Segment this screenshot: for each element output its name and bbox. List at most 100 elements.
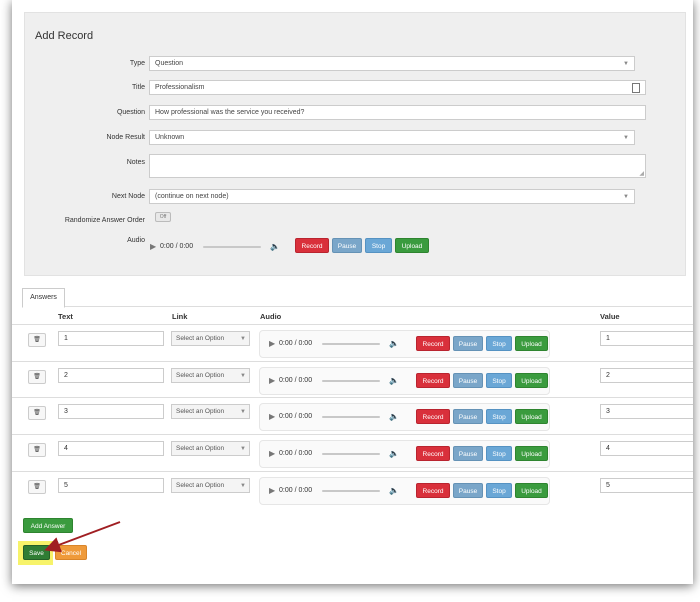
tab-divider [22, 306, 692, 307]
trash-icon[interactable]: 🗑 [28, 370, 46, 384]
notes-textarea[interactable]: ◢ [149, 154, 646, 178]
record-button[interactable]: Record [416, 446, 450, 461]
title-input[interactable]: Professionalism [149, 80, 646, 95]
randomize-label: Randomize Answer Order [64, 217, 145, 224]
record-button[interactable]: Record [416, 409, 450, 424]
answer-text-input[interactable]: 4 [58, 441, 164, 456]
answer-value-input[interactable]: 3 [600, 404, 693, 419]
pause-button[interactable]: Pause [453, 336, 483, 351]
audio-seek-bar[interactable] [203, 246, 261, 248]
audio-time: 0:00 / 0:00 [279, 450, 313, 457]
record-button[interactable]: Record [295, 238, 329, 253]
stop-button[interactable]: Stop [486, 336, 512, 351]
stop-button[interactable]: Stop [486, 373, 512, 388]
stop-button[interactable]: Stop [365, 238, 392, 253]
answer-value-input[interactable]: 2 [600, 368, 693, 383]
upload-button[interactable]: Upload [515, 409, 548, 424]
tab-answers[interactable]: Answers [22, 288, 65, 308]
answer-link-select[interactable]: Select an Option ▼ [171, 441, 250, 456]
audio-seek-bar[interactable] [322, 490, 380, 492]
pause-button[interactable]: Pause [453, 446, 483, 461]
answer-audio-control: ▶ 0:00 / 0:00 🔈 Record Pause Stop Upload [259, 477, 550, 505]
stop-button[interactable]: Stop [486, 446, 512, 461]
node-result-select[interactable]: Unknown ▼ [149, 130, 635, 145]
volume-icon[interactable]: 🔈 [389, 376, 399, 385]
trash-icon[interactable]: 🗑 [28, 480, 46, 494]
record-button[interactable]: Record [416, 373, 450, 388]
answer-link-select[interactable]: Select an Option ▼ [171, 478, 250, 493]
answer-value-input[interactable]: 5 [600, 478, 693, 493]
play-icon[interactable]: ▶ [150, 242, 156, 251]
play-icon[interactable]: ▶ [269, 449, 275, 458]
audio-seek-bar[interactable] [322, 343, 380, 345]
answer-text-input[interactable]: 2 [58, 368, 164, 383]
answer-value-input[interactable]: 4 [600, 441, 693, 456]
upload-button[interactable]: Upload [395, 238, 429, 253]
answer-audio-control: ▶ 0:00 / 0:00 🔈 Record Pause Stop Upload [259, 330, 550, 358]
table-row: 🗑 4 Select an Option ▼ ▶ 0:00 / 0:00 🔈 Re… [12, 434, 693, 471]
upload-button[interactable]: Upload [515, 483, 548, 498]
answer-text-value: 4 [64, 445, 68, 452]
node-result-value: Unknown [155, 134, 185, 141]
type-select[interactable]: Question ▼ [149, 56, 635, 71]
play-icon[interactable]: ▶ [269, 339, 275, 348]
volume-icon[interactable]: 🔈 [389, 339, 399, 348]
title-value: Professionalism [155, 84, 205, 91]
chevron-down-icon: ▼ [240, 446, 246, 452]
volume-icon[interactable]: 🔈 [389, 486, 399, 495]
play-icon[interactable]: ▶ [269, 412, 275, 421]
type-label: Type [129, 60, 145, 67]
record-button[interactable]: Record [416, 336, 450, 351]
pause-button[interactable]: Pause [453, 373, 483, 388]
pause-button[interactable]: Pause [453, 409, 483, 424]
audio-player: ▶ 0:00 / 0:00 🔈 [145, 239, 305, 255]
play-icon[interactable]: ▶ [269, 376, 275, 385]
audio-time: 0:00 / 0:00 [160, 243, 194, 250]
pause-button[interactable]: Pause [453, 483, 483, 498]
question-label: Question [116, 109, 145, 116]
trash-icon[interactable]: 🗑 [28, 443, 46, 457]
cancel-button[interactable]: Cancel [55, 545, 87, 560]
answer-link-select[interactable]: Select an Option ▼ [171, 331, 250, 346]
chevron-down-icon: ▼ [623, 194, 629, 200]
play-icon[interactable]: ▶ [269, 486, 275, 495]
answer-text-input[interactable]: 5 [58, 478, 164, 493]
answer-link-placeholder: Select an Option [176, 335, 225, 342]
question-input[interactable]: How professional was the service you rec… [149, 105, 646, 120]
audio-seek-bar[interactable] [322, 416, 380, 418]
audio-seek-bar[interactable] [322, 453, 380, 455]
answer-value: 1 [606, 335, 610, 342]
trash-icon[interactable]: 🗑 [28, 333, 46, 347]
audio-seek-bar[interactable] [322, 380, 380, 382]
answer-text-value: 1 [64, 335, 68, 342]
upload-button[interactable]: Upload [515, 373, 548, 388]
stop-button[interactable]: Stop [486, 483, 512, 498]
trash-icon[interactable]: 🗑 [28, 406, 46, 420]
answer-value-input[interactable]: 1 [600, 331, 693, 346]
upload-button[interactable]: Upload [515, 336, 548, 351]
volume-icon[interactable]: 🔈 [389, 449, 399, 458]
randomize-toggle[interactable]: Off [155, 212, 171, 222]
chevron-down-icon: ▼ [623, 61, 629, 67]
add-answer-button[interactable]: Add Answer [23, 518, 73, 533]
record-form-panel: Add Record Type Question ▼ Title Profess… [24, 12, 686, 276]
chevron-down-icon: ▼ [623, 135, 629, 141]
volume-icon[interactable]: 🔈 [270, 242, 280, 251]
audio-time: 0:00 / 0:00 [279, 377, 313, 384]
volume-icon[interactable]: 🔈 [389, 412, 399, 421]
answer-audio-control: ▶ 0:00 / 0:00 🔈 Record Pause Stop Upload [259, 440, 550, 468]
next-node-select[interactable]: (continue on next node) ▼ [149, 189, 635, 204]
upload-button[interactable]: Upload [515, 446, 548, 461]
answer-link-select[interactable]: Select an Option ▼ [171, 368, 250, 383]
answer-link-select[interactable]: Select an Option ▼ [171, 404, 250, 419]
save-button[interactable]: Save [23, 545, 50, 560]
answer-value: 3 [606, 408, 610, 415]
stop-button[interactable]: Stop [486, 409, 512, 424]
pause-button[interactable]: Pause [332, 238, 362, 253]
answer-text-input[interactable]: 1 [58, 331, 164, 346]
audio-player: ▶ 0:00 / 0:00 🔈 [264, 446, 414, 462]
resize-handle-icon[interactable]: ◢ [639, 170, 644, 177]
answer-text-value: 5 [64, 482, 68, 489]
answer-text-input[interactable]: 3 [58, 404, 164, 419]
record-button[interactable]: Record [416, 483, 450, 498]
